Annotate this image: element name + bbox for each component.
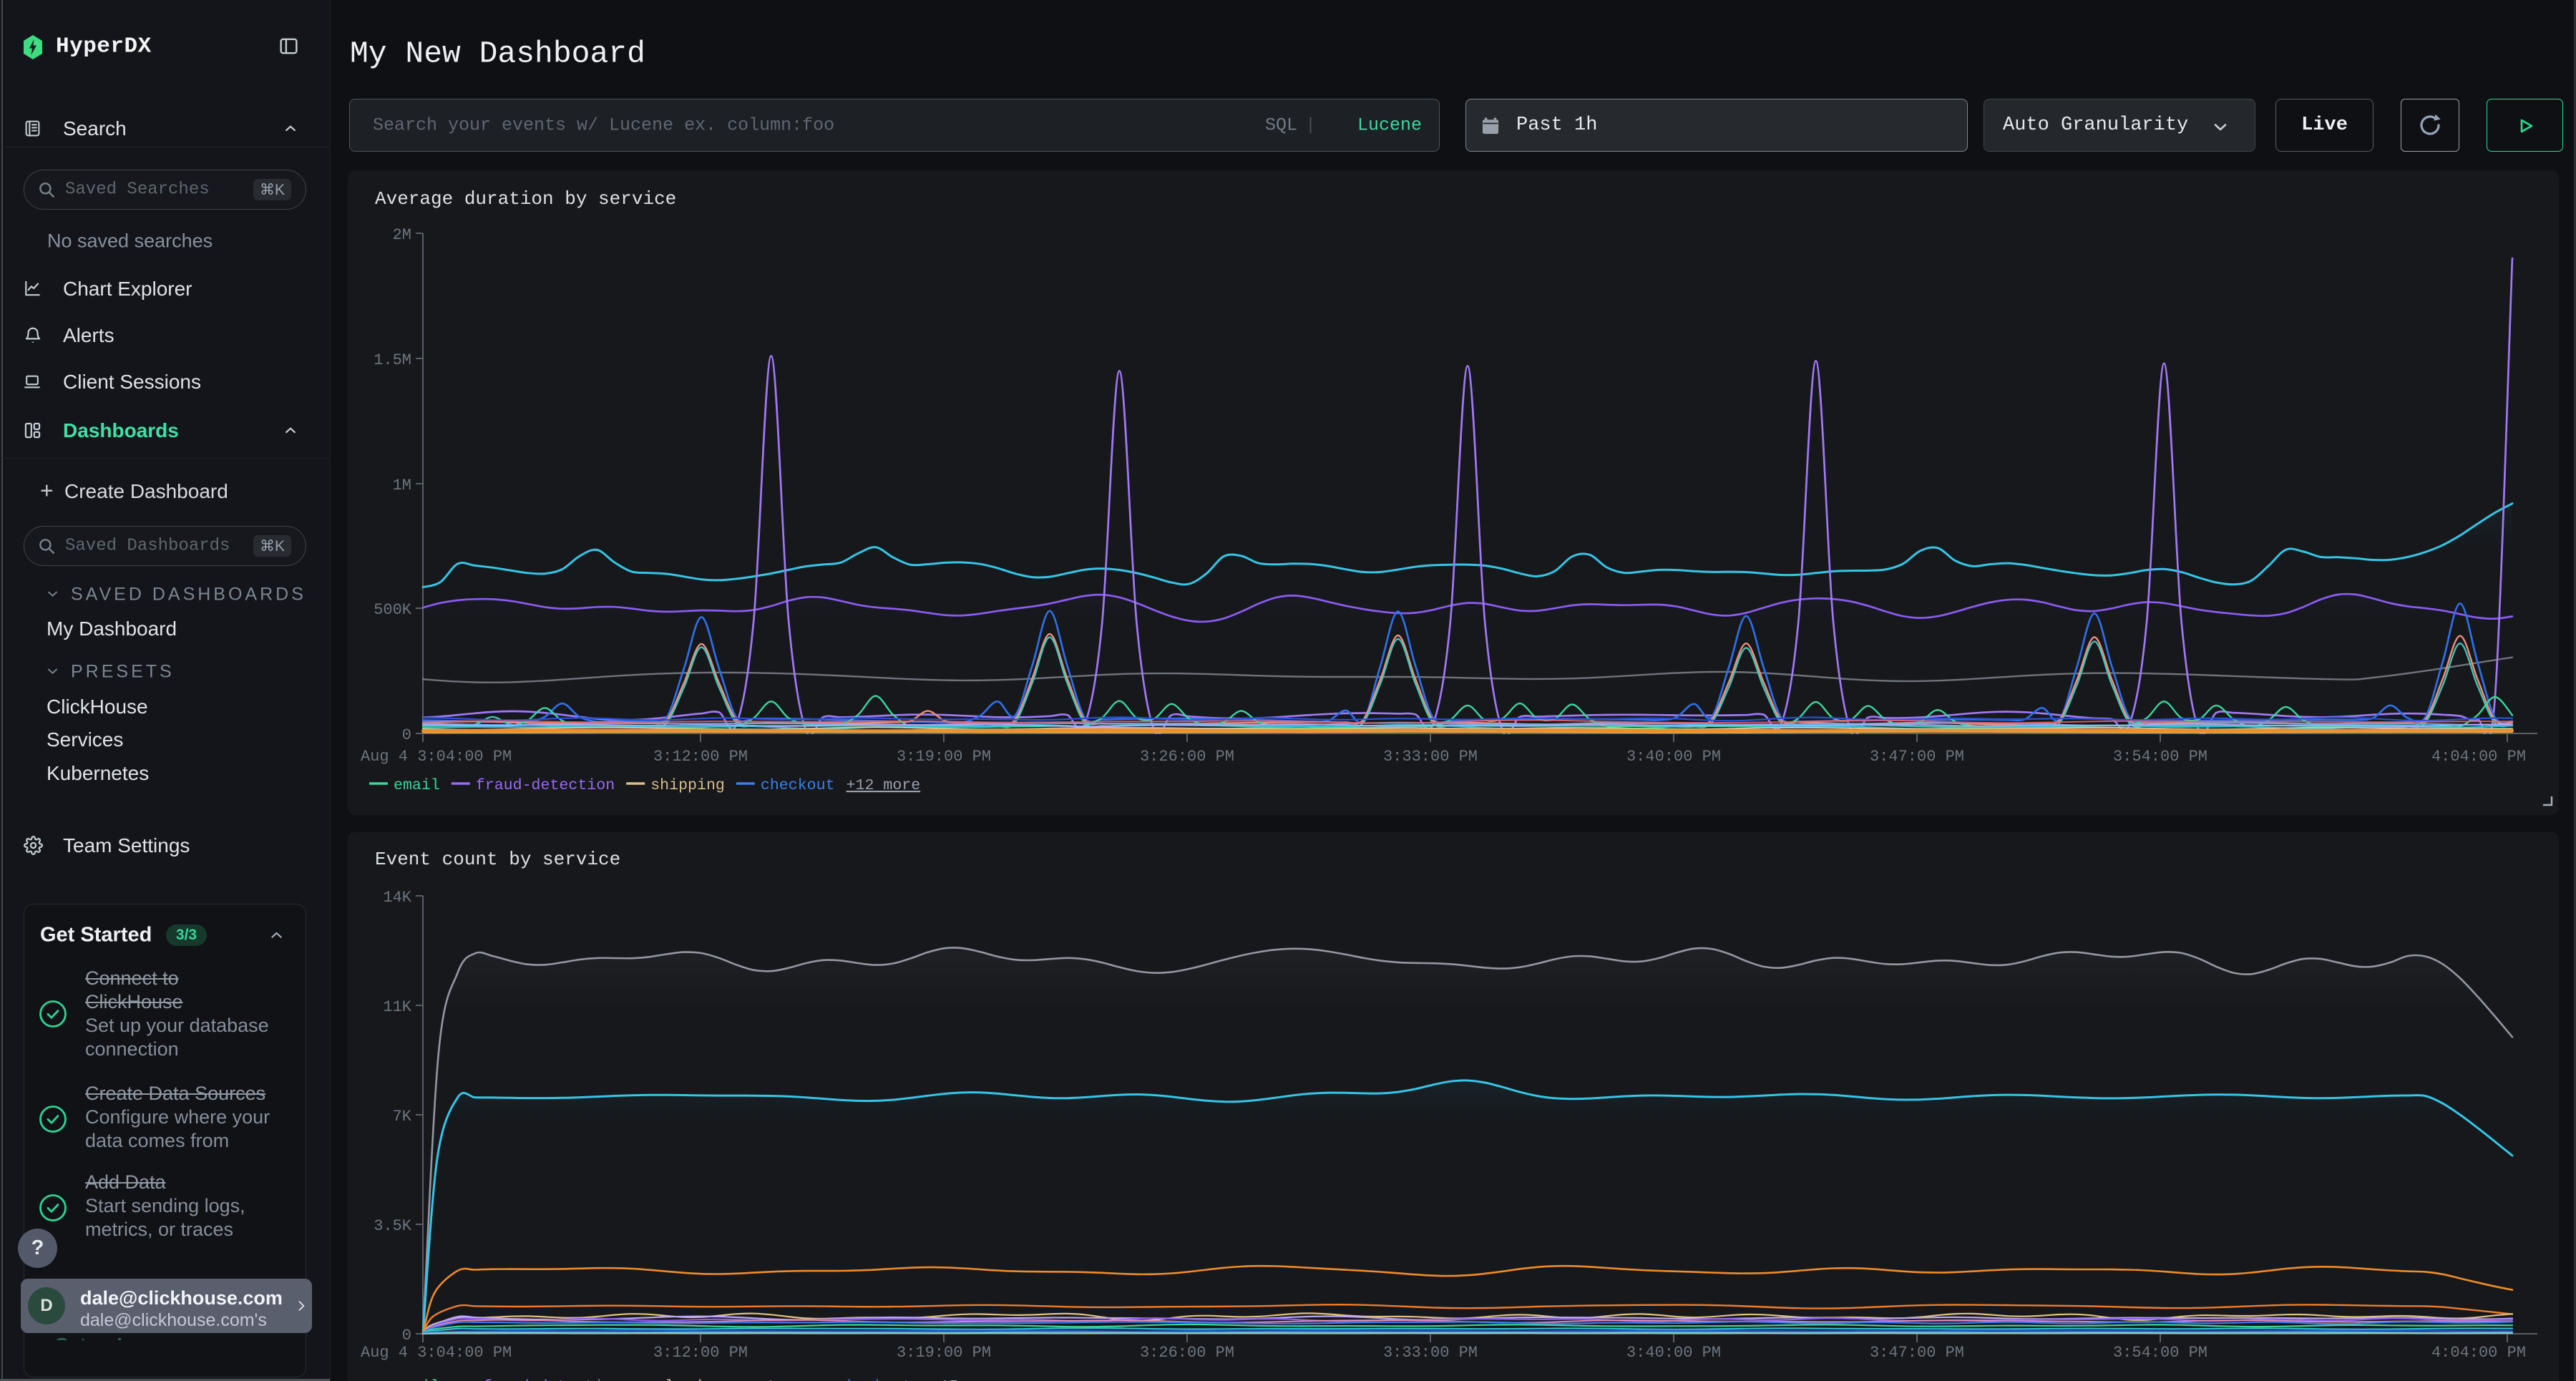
svg-text:+15 more: +15 more — [930, 1378, 1005, 1381]
svg-text:11K: 11K — [383, 998, 411, 1016]
svg-text:+12 more: +12 more — [847, 777, 921, 794]
svg-text:3:26:00 PM: 3:26:00 PM — [1140, 748, 1234, 766]
svg-text:3:19:00 PM: 3:19:00 PM — [897, 1344, 991, 1362]
svg-text:checkout: checkout — [761, 777, 835, 794]
svg-text:2M: 2M — [393, 226, 411, 244]
svg-text:3:47:00 PM: 3:47:00 PM — [1870, 748, 1964, 766]
svg-text:load-generator: load-generator — [665, 1378, 794, 1381]
svg-text:email: email — [394, 777, 440, 794]
svg-text:3:40:00 PM: 3:40:00 PM — [1626, 1344, 1721, 1362]
svg-text:shipping: shipping — [650, 777, 725, 794]
svg-text:4:04:00 PM: 4:04:00 PM — [2431, 748, 2526, 766]
svg-text:fraud-detection: fraud-detection — [483, 1378, 622, 1381]
svg-text:4:04:00 PM: 4:04:00 PM — [2431, 1344, 2526, 1362]
svg-text:3.5K: 3.5K — [374, 1217, 412, 1235]
svg-text:Aug 4 3:04:00 PM: Aug 4 3:04:00 PM — [361, 748, 512, 766]
svg-text:3:33:00 PM: 3:33:00 PM — [1383, 748, 1478, 766]
svg-text:3:19:00 PM: 3:19:00 PM — [897, 748, 991, 766]
svg-text:0: 0 — [402, 1327, 411, 1345]
svg-text:1M: 1M — [393, 477, 411, 494]
svg-text:1.5M: 1.5M — [374, 351, 411, 369]
svg-text:7K: 7K — [393, 1108, 412, 1126]
svg-text:3:54:00 PM: 3:54:00 PM — [2113, 748, 2207, 766]
svg-text:500K: 500K — [374, 601, 412, 619]
svg-text:14K: 14K — [383, 889, 411, 907]
svg-text:3:54:00 PM: 3:54:00 PM — [2113, 1344, 2207, 1362]
svg-text:Aug 4 3:04:00 PM: Aug 4 3:04:00 PM — [361, 1344, 512, 1362]
svg-text:0: 0 — [402, 726, 411, 744]
svg-text:email: email — [394, 1378, 440, 1381]
svg-text:checkout: checkout — [838, 1378, 912, 1381]
svg-text:3:12:00 PM: 3:12:00 PM — [653, 1344, 748, 1362]
svg-text:3:33:00 PM: 3:33:00 PM — [1383, 1344, 1478, 1362]
svg-text:3:40:00 PM: 3:40:00 PM — [1626, 748, 1721, 766]
svg-text:3:47:00 PM: 3:47:00 PM — [1870, 1344, 1964, 1362]
svg-text:3:26:00 PM: 3:26:00 PM — [1140, 1344, 1234, 1362]
svg-text:3:12:00 PM: 3:12:00 PM — [653, 748, 748, 766]
svg-text:fraud-detection: fraud-detection — [476, 777, 615, 794]
